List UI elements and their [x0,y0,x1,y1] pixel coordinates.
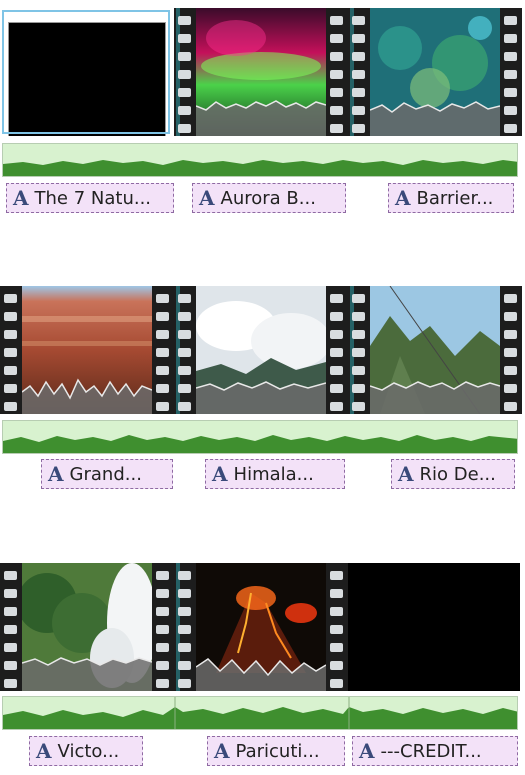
title-overlay-6[interactable]: A Rio De... [391,459,515,489]
title-overlay-5[interactable]: A Himala... [205,459,345,489]
video-clip-6[interactable] [370,286,500,414]
audio-track[interactable] [2,143,518,177]
video-track [0,563,525,691]
text-A-icon: A [36,739,52,763]
film-strip-icon [0,286,22,414]
film-strip-icon [174,8,196,136]
title-overlay-9[interactable]: A ---CREDIT... [352,736,518,766]
audio-track[interactable] [2,420,518,454]
text-A-icon: A [13,186,29,210]
film-strip-icon [174,563,196,691]
audio-track[interactable] [2,696,518,730]
title-overlay-3[interactable]: A Barrier... [388,183,514,213]
video-clip-1[interactable] [0,8,172,136]
text-A-icon: A [398,462,414,486]
text-A-icon: A [359,739,375,763]
film-strip-icon [152,563,174,691]
text-A-icon: A [395,186,411,210]
title-label: Grand... [69,463,142,485]
film-strip-icon [326,563,348,691]
title-overlay-8[interactable]: A Paricuti... [207,736,345,766]
title-label: Barrier... [416,187,494,209]
film-strip-icon [500,8,522,136]
title-label: The 7 Natu... [34,187,152,209]
title-label: Rio De... [419,463,496,485]
text-A-icon: A [212,462,228,486]
text-A-icon: A [48,462,64,486]
film-strip-icon [0,563,22,691]
video-clip-4[interactable] [22,286,152,414]
film-strip-icon [174,286,196,414]
title-overlay-1[interactable]: A The 7 Natu... [6,183,174,213]
title-overlay-2[interactable]: A Aurora B... [192,183,346,213]
video-track [0,286,525,414]
title-label: ---CREDIT... [380,740,482,762]
video-track [0,8,525,136]
video-clip-7[interactable] [22,563,152,691]
film-strip-icon [326,286,348,414]
title-overlay-4[interactable]: A Grand... [41,459,173,489]
film-strip-icon [500,286,522,414]
film-strip-icon [326,8,348,136]
title-label: Victo... [57,740,120,762]
title-label: Himala... [233,463,314,485]
video-clip-5[interactable] [196,286,326,414]
video-clip-2[interactable] [196,8,326,136]
text-A-icon: A [199,186,215,210]
title-label: Paricuti... [235,740,320,762]
film-strip-icon [348,286,370,414]
video-clip-9[interactable] [348,563,520,691]
film-strip-icon [152,286,174,414]
selection-frame [2,10,170,134]
film-strip-icon [348,8,370,136]
video-clip-3[interactable] [370,8,500,136]
text-A-icon: A [214,739,230,763]
title-overlay-7[interactable]: A Victo... [29,736,143,766]
video-clip-8[interactable] [196,563,326,691]
title-label: Aurora B... [220,187,316,209]
